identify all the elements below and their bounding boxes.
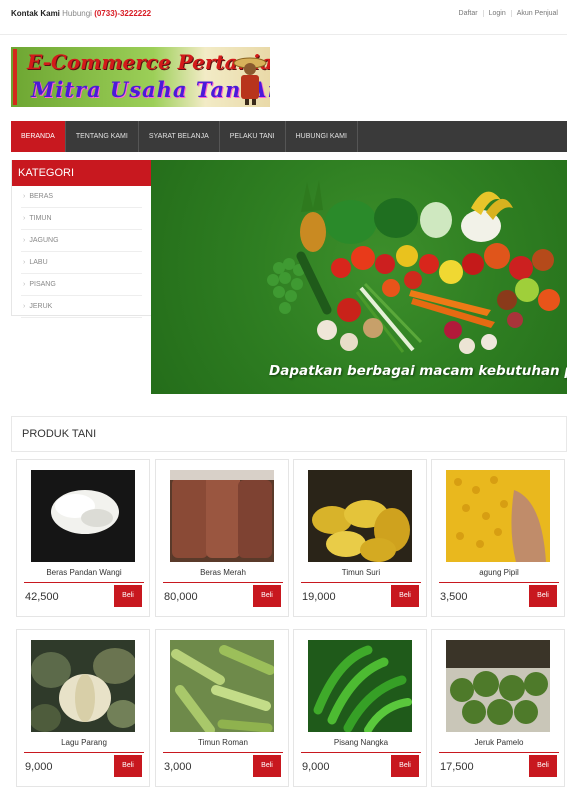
product-name: Lagu Parang (61, 738, 107, 747)
product-card[interactable]: Pisang Nangka 9,000 Beli (293, 629, 427, 787)
contact-info: Kontak Kami Hubungi (0733)-3222222 (11, 9, 151, 18)
chevron-right-icon: › (23, 281, 26, 288)
category-item[interactable]: › TIMUN (21, 208, 142, 230)
buy-button[interactable]: Beli (391, 755, 419, 777)
product-image-cucumber (170, 640, 274, 732)
buy-button[interactable]: Beli (253, 755, 281, 777)
divider (24, 582, 144, 583)
product-card[interactable]: Lagu Parang 9,000 Beli (16, 629, 150, 787)
category-label: PISANG (29, 281, 56, 288)
product-price: 3,500 (440, 591, 468, 603)
product-card[interactable]: Timun Suri 19,000 Beli (293, 459, 427, 617)
divider (439, 582, 559, 583)
chevron-right-icon: › (23, 193, 26, 200)
divider (439, 752, 559, 753)
category-item[interactable]: › LABU (21, 252, 142, 274)
product-card[interactable]: Beras Pandan Wangi 42,500 Beli (16, 459, 150, 617)
nav-beranda[interactable]: BERANDA (11, 121, 66, 152)
category-label: TIMUN (29, 215, 52, 222)
category-item[interactable]: › BERAS (21, 186, 142, 208)
product-image-pomelo (446, 640, 550, 732)
products-section-header: PRODUK TANI (11, 416, 567, 452)
product-price: 19,000 (302, 591, 336, 603)
products-title: PRODUK TANI (22, 428, 97, 440)
product-price: 3,000 (164, 761, 192, 773)
product-price: 9,000 (25, 761, 53, 773)
buy-button[interactable]: Beli (253, 585, 281, 607)
vegetables-image (267, 180, 560, 354)
buy-button[interactable]: Beli (529, 755, 557, 777)
chevron-right-icon: › (23, 259, 26, 266)
buy-button[interactable]: Beli (114, 755, 142, 777)
nav-tentang-kami[interactable]: TENTANG KAMI (66, 121, 139, 152)
divider (24, 752, 144, 753)
product-price: 80,000 (164, 591, 198, 603)
category-item[interactable]: › JAGUNG (21, 230, 142, 252)
banner-tagline: Dapatkan berbagai macam kebutuhan pokok … (269, 363, 567, 379)
hero-banner[interactable]: Dapatkan berbagai macam kebutuhan pokok … (151, 160, 567, 394)
category-label: LABU (29, 259, 48, 266)
nav-pelaku-tani[interactable]: PELAKU TANI (220, 121, 286, 152)
top-bar: Kontak Kami Hubungi (0733)-3222222 Dafta… (0, 0, 567, 35)
product-name: Timun Roman (198, 738, 248, 747)
contact-phone[interactable]: (0733)-3222222 (94, 9, 151, 18)
chevron-right-icon: › (23, 303, 26, 310)
product-price: 9,000 (302, 761, 330, 773)
category-item[interactable]: › JERUK (21, 296, 142, 318)
category-label: BERAS (29, 193, 54, 200)
product-price: 42,500 (25, 591, 59, 603)
category-label: JERUK (29, 303, 53, 310)
divider (301, 752, 421, 753)
contact-label: Kontak Kami (11, 9, 60, 18)
category-title: KATEGORI (12, 160, 151, 186)
product-card[interactable]: Beras Merah 80,000 Beli (155, 459, 289, 617)
product-name: Beras Pandan Wangi (46, 568, 122, 577)
product-image-timun-suri (308, 470, 412, 562)
main-nav: BERANDA TENTANG KAMI SYARAT BELANJA PELA… (11, 121, 567, 152)
register-link[interactable]: Daftar (454, 10, 483, 17)
product-card[interactable]: Jeruk Pamelo 17,500 Beli (431, 629, 565, 787)
category-label: JAGUNG (29, 237, 59, 244)
product-price: 17,500 (440, 761, 474, 773)
category-item[interactable]: › PISANG (21, 274, 142, 296)
product-name: Jeruk Pamelo (474, 738, 524, 747)
buy-button[interactable]: Beli (391, 585, 419, 607)
login-link[interactable]: Login (482, 10, 511, 17)
buy-button[interactable]: Beli (114, 585, 142, 607)
product-name: Beras Merah (200, 568, 246, 577)
divider (163, 752, 283, 753)
product-name: Pisang Nangka (333, 738, 389, 747)
category-sidebar: KATEGORI › BERAS › TIMUN › JAGUNG › LABU › PI… (11, 160, 152, 318)
chevron-right-icon: › (23, 215, 26, 222)
product-image-corn (446, 470, 550, 562)
divider (301, 582, 421, 583)
product-image-rice (31, 470, 135, 562)
divider (163, 582, 283, 583)
product-image-red-rice (170, 470, 274, 562)
farmer-icon (233, 57, 267, 105)
product-name: Timun Suri (341, 568, 381, 577)
seller-account-link[interactable]: Akun Penjual (510, 10, 563, 17)
nav-hubungi-kami[interactable]: HUBUNGI KAMI (286, 121, 358, 152)
contact-text: Hubungi (62, 9, 92, 18)
product-image-pumpkin (31, 640, 135, 732)
product-name: agung Pipil (479, 568, 519, 577)
site-logo[interactable]: E-Commerce Pertanian Mitra Usaha TaniAnd… (11, 47, 270, 107)
buy-button[interactable]: Beli (529, 585, 557, 607)
product-card[interactable]: agung Pipil 3,500 Beli (431, 459, 565, 617)
product-image-banana (308, 640, 412, 732)
chevron-right-icon: › (23, 237, 26, 244)
account-links: Daftar Login Akun Penjual (454, 10, 563, 17)
nav-syarat-belanja[interactable]: SYARAT BELANJA (139, 121, 220, 152)
product-card[interactable]: Timun Roman 3,000 Beli (155, 629, 289, 787)
